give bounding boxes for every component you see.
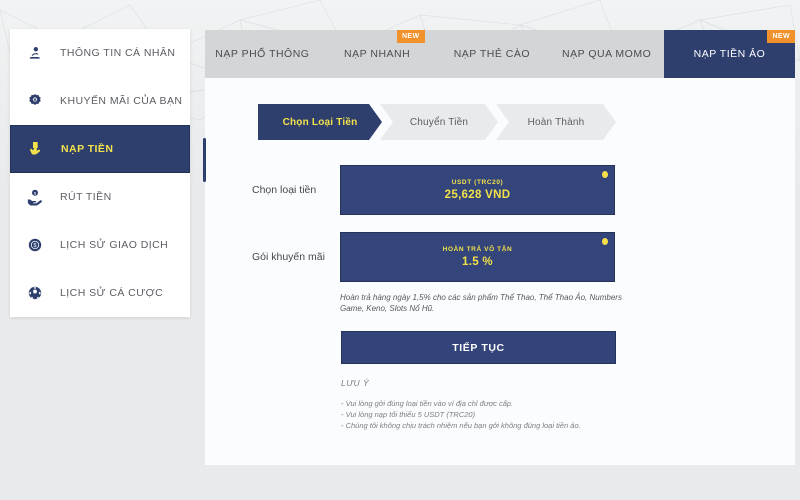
sidebar-item-lich-su-giao-dich[interactable]: $ LỊCH SỬ GIAO DỊCH: [10, 221, 190, 269]
sidebar-item-label: LỊCH SỬ GIAO DỊCH: [60, 239, 169, 251]
svg-text:$: $: [34, 243, 37, 249]
selected-dot-icon: [602, 238, 608, 245]
sidebar-item-rut-tien[interactable]: $ RÚT TIỀN: [10, 173, 190, 221]
progress-stepper: Chọn Loại Tiền Chuyển Tiền Hoàn Thành: [258, 104, 616, 140]
note-line: - Vui lòng gởi đúng loại tiền vào ví địa…: [341, 399, 514, 408]
step-label: Chuyển Tiền: [409, 116, 469, 128]
promo-title-label: HOÀN TRẢ VÔ TẬN: [442, 246, 513, 253]
sidebar-item-label: THÔNG TIN CÁ NHÂN: [60, 47, 176, 59]
promo-select[interactable]: HOÀN TRẢ VÔ TẬN 1.5 %: [340, 232, 615, 282]
tab-label: NẠP NHANH: [344, 48, 411, 60]
currency-row: Chọn loại tiền USDT (TRC20) 25,628 VND: [252, 165, 615, 215]
promo-row-label: Gói khuyến mãi: [252, 251, 325, 263]
hand-click-icon: [23, 136, 49, 162]
sidebar-item-label: NẠP TIỀN: [61, 143, 114, 155]
tab-nap-nhanh[interactable]: NEW NẠP NHANH: [320, 30, 435, 78]
currency-amount-value: 25,628 VND: [444, 189, 511, 201]
currency-select[interactable]: USDT (TRC20) 25,628 VND: [340, 165, 615, 215]
soccer-ball-icon: [22, 280, 48, 306]
continue-button[interactable]: TIẾP TỤC: [341, 331, 616, 364]
currency-row-label: Chọn loại tiền: [252, 184, 317, 196]
promo-description: Hoàn trả hàng ngày 1,5% cho các sản phẩm…: [340, 293, 622, 313]
deposit-method-tabs: NẠP PHỔ THÔNG NEW NẠP NHANH NẠP THẺ CÀO …: [205, 30, 795, 78]
sidebar-item-nap-tien[interactable]: NẠP TIỀN: [10, 125, 190, 173]
new-badge: NEW: [396, 30, 425, 43]
note-line: - Chúng tôi không chịu trách nhiệm nếu b…: [341, 421, 581, 430]
sidebar: THÔNG TIN CÁ NHÂN KHUYẾN MÃI CỦA BẠN NẠP…: [10, 29, 190, 317]
step-chuyen-tien[interactable]: Chuyển Tiền: [380, 104, 498, 140]
currency-type-label: USDT (TRC20): [451, 179, 504, 186]
promo-rate-value: 1.5 %: [462, 256, 493, 268]
sidebar-item-lich-su-ca-cuoc[interactable]: LỊCH SỬ CÁ CƯỢC: [10, 269, 190, 317]
step-label: Hoàn Thành: [527, 116, 585, 128]
user-icon: [22, 40, 48, 66]
sidebar-scrollbar[interactable]: [203, 138, 206, 182]
tab-label: NẠP TIỀN ẢO: [693, 48, 766, 60]
step-label: Chọn Loại Tiền: [282, 116, 358, 128]
hand-coin-icon: $: [22, 184, 48, 210]
tab-label: NẠP THẺ CÀO: [453, 48, 531, 60]
sidebar-item-label: RÚT TIỀN: [60, 191, 112, 203]
promo-row: Gói khuyến mãi HOÀN TRẢ VÔ TẬN 1.5 %: [252, 232, 615, 282]
gift-badge-icon: [22, 88, 48, 114]
tab-nap-the-cao[interactable]: NẠP THẺ CÀO: [435, 30, 550, 78]
selected-dot-icon: [602, 171, 608, 178]
note-line: - Vui lòng nạp tối thiểu 5 USDT (TRC20): [341, 410, 476, 419]
step-hoan-thanh[interactable]: Hoàn Thành: [496, 104, 616, 140]
sidebar-item-label: KHUYẾN MÃI CỦA BẠN: [60, 95, 183, 107]
tab-label: NẠP PHỔ THÔNG: [215, 48, 310, 60]
continue-button-label: TIẾP TỤC: [452, 341, 505, 354]
tab-nap-qua-momo[interactable]: NẠP QUA MOMO: [549, 30, 664, 78]
notes-section: LƯU Ý - Vui lòng gởi đúng loại tiền vào …: [341, 378, 621, 431]
step-chon-loai-tien[interactable]: Chọn Loại Tiền: [258, 104, 382, 140]
sidebar-item-thong-tin-ca-nhan[interactable]: THÔNG TIN CÁ NHÂN: [10, 29, 190, 77]
tab-label: NẠP QUA MOMO: [562, 48, 652, 60]
tab-nap-pho-thong[interactable]: NẠP PHỔ THÔNG: [205, 30, 320, 78]
sidebar-item-label: LỊCH SỬ CÁ CƯỢC: [60, 287, 164, 299]
dollar-circle-icon: $: [22, 232, 48, 258]
sidebar-item-khuyen-mai-cua-ban[interactable]: KHUYẾN MÃI CỦA BẠN: [10, 77, 190, 125]
new-badge: NEW: [767, 30, 795, 43]
notes-title: LƯU Ý: [341, 378, 370, 388]
tab-nap-tien-ao[interactable]: NEW NẠP TIỀN ẢO: [664, 30, 795, 78]
